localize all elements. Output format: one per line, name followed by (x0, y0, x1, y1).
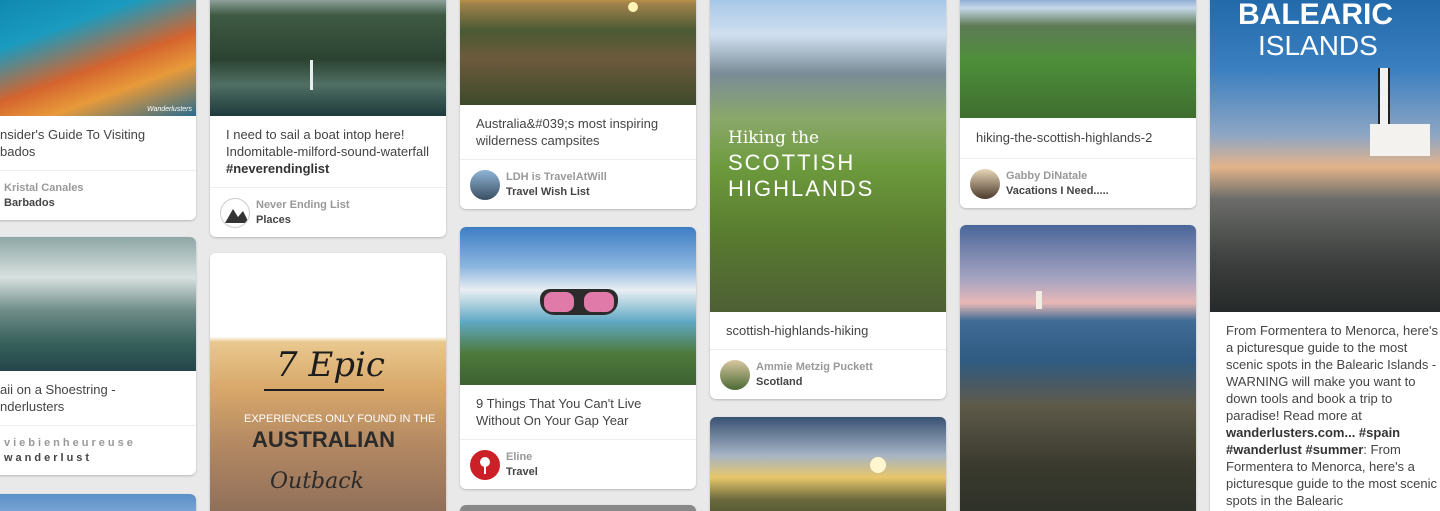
pin-card[interactable]: I need to sail a boat intop here! Indomi… (210, 0, 446, 237)
pinner-name[interactable]: Eline (506, 450, 538, 465)
pin-image[interactable] (960, 225, 1196, 511)
description-text: I need to sail a boat intop here! Indomi… (226, 127, 430, 159)
image-headline: AUSTRALIAN (252, 427, 395, 452)
image-line-3: HIGHLANDS (728, 176, 875, 201)
pinner-avatar[interactable] (720, 359, 750, 390)
board-name[interactable]: Travel Wish List (506, 185, 607, 200)
sun (628, 2, 638, 12)
board-name[interactable]: Barbados (4, 196, 83, 211)
image-script: Outback (270, 469, 364, 494)
lighthouse (1036, 291, 1042, 309)
underline (264, 389, 384, 391)
pin-card[interactable]: Australia&#039;s most inspiring wilderne… (460, 0, 696, 209)
pinner-name[interactable]: Ammie Metzig Puckett (756, 360, 873, 375)
pinner-name[interactable]: Kristal Canales (4, 181, 83, 196)
board-name[interactable]: Scotland (756, 375, 873, 390)
pin-description[interactable]: scottish-highlands-hiking (710, 312, 946, 349)
image-line-2: SCOTTISH (728, 150, 856, 175)
pinner-name[interactable]: Never Ending List (256, 198, 350, 213)
pinner-avatar[interactable] (970, 168, 1000, 199)
pin-image[interactable] (210, 0, 446, 116)
pin-attribution[interactable]: Never Ending List Places (210, 187, 446, 237)
hashtag-link[interactable]: #neverendinglist (226, 161, 329, 176)
pin-image[interactable]: BALEARIC ISLANDS (1210, 0, 1440, 312)
pinner-avatar[interactable] (470, 169, 500, 200)
pinterest-pin-icon[interactable] (470, 449, 500, 480)
pin-description[interactable]: 9 Things That You Can't Live Without On … (460, 385, 696, 439)
board-name[interactable]: wanderlust (4, 451, 136, 466)
pin-card[interactable] (0, 494, 196, 511)
building (1370, 124, 1430, 156)
pin-attribution[interactable]: Kristal Canales Barbados (0, 170, 196, 220)
pin-card[interactable]: Wanderlusters nsider's Guide To Visiting… (0, 0, 196, 220)
pin-card[interactable]: aii on a Shoestring - nderlusters viebie… (0, 237, 196, 475)
pinner-avatar[interactable] (220, 197, 250, 228)
image-subtitle: EXPERIENCES ONLY FOUND IN THE (244, 413, 436, 425)
pinner-name[interactable]: LDH is TravelAtWill (506, 170, 607, 185)
pin-image[interactable] (710, 417, 946, 511)
pin-attribution[interactable]: Eline Travel (460, 439, 696, 489)
pin-attribution[interactable]: Gabby DiNatale Vacations I Need..... (960, 158, 1196, 208)
pin-card[interactable]: Hiking the SCOTTISH HIGHLANDS scottish-h… (710, 0, 946, 399)
pin-description[interactable]: hiking-the-scottish-highlands-2 (960, 118, 1196, 158)
sunglasses (540, 289, 618, 315)
pin-image[interactable] (460, 0, 696, 105)
pin-image[interactable] (0, 494, 196, 511)
pin-card[interactable] (710, 417, 946, 511)
pin-image[interactable] (460, 227, 696, 385)
pin-image[interactable]: Wanderlusters (0, 0, 196, 116)
pin-image[interactable]: Hiking the SCOTTISH HIGHLANDS (710, 0, 946, 312)
pinner-name[interactable]: viebienheureuse (4, 436, 136, 451)
image-title: 7 Epic (276, 345, 385, 385)
pin-description[interactable]: Australia&#039;s most inspiring wilderne… (460, 105, 696, 159)
pin-card[interactable]: 9 Things That You Can't Live Without On … (460, 227, 696, 489)
pin-attribution[interactable]: viebienheureuse wanderlust (0, 425, 196, 475)
board-name[interactable]: Vacations I Need..... (1006, 184, 1109, 199)
board-name[interactable]: Travel (506, 465, 538, 480)
pin-description[interactable]: nsider's Guide To Visiting bados (0, 116, 196, 170)
pin-card[interactable]: BALEARIC ISLANDS From Formentera to Meno… (1210, 0, 1440, 511)
description-text: From Formentera to Menorca, here's a pic… (1226, 323, 1438, 423)
pin-image[interactable] (960, 0, 1196, 118)
pin-attribution[interactable]: LDH is TravelAtWill Travel Wish List (460, 159, 696, 209)
pin-image[interactable] (0, 237, 196, 371)
pin-card[interactable]: 7 Epic EXPERIENCES ONLY FOUND IN THE AUS… (210, 253, 446, 511)
pin-description[interactable]: aii on a Shoestring - nderlusters (0, 371, 196, 425)
pin-card[interactable] (960, 225, 1196, 511)
image-line-1: Hiking the (728, 128, 820, 148)
pin-description[interactable]: From Formentera to Menorca, here's a pic… (1210, 312, 1440, 511)
image-title: BALEARIC (1238, 0, 1393, 31)
board-name[interactable]: Places (256, 213, 350, 228)
pin-image[interactable] (460, 505, 696, 511)
pin-attribution[interactable]: Ammie Metzig Puckett Scotland (710, 349, 946, 399)
pin-image[interactable]: 7 Epic EXPERIENCES ONLY FOUND IN THE AUS… (210, 253, 446, 511)
watermark: Wanderlusters (146, 106, 192, 113)
waterfall-detail (310, 60, 313, 90)
image-subtitle: ISLANDS (1258, 30, 1378, 61)
pin-description[interactable]: I need to sail a boat intop here! Indomi… (210, 116, 446, 187)
sun (870, 457, 886, 473)
pin-card[interactable] (460, 505, 696, 511)
pin-card[interactable]: hiking-the-scottish-highlands-2 Gabby Di… (960, 0, 1196, 208)
pinner-name[interactable]: Gabby DiNatale (1006, 169, 1109, 184)
